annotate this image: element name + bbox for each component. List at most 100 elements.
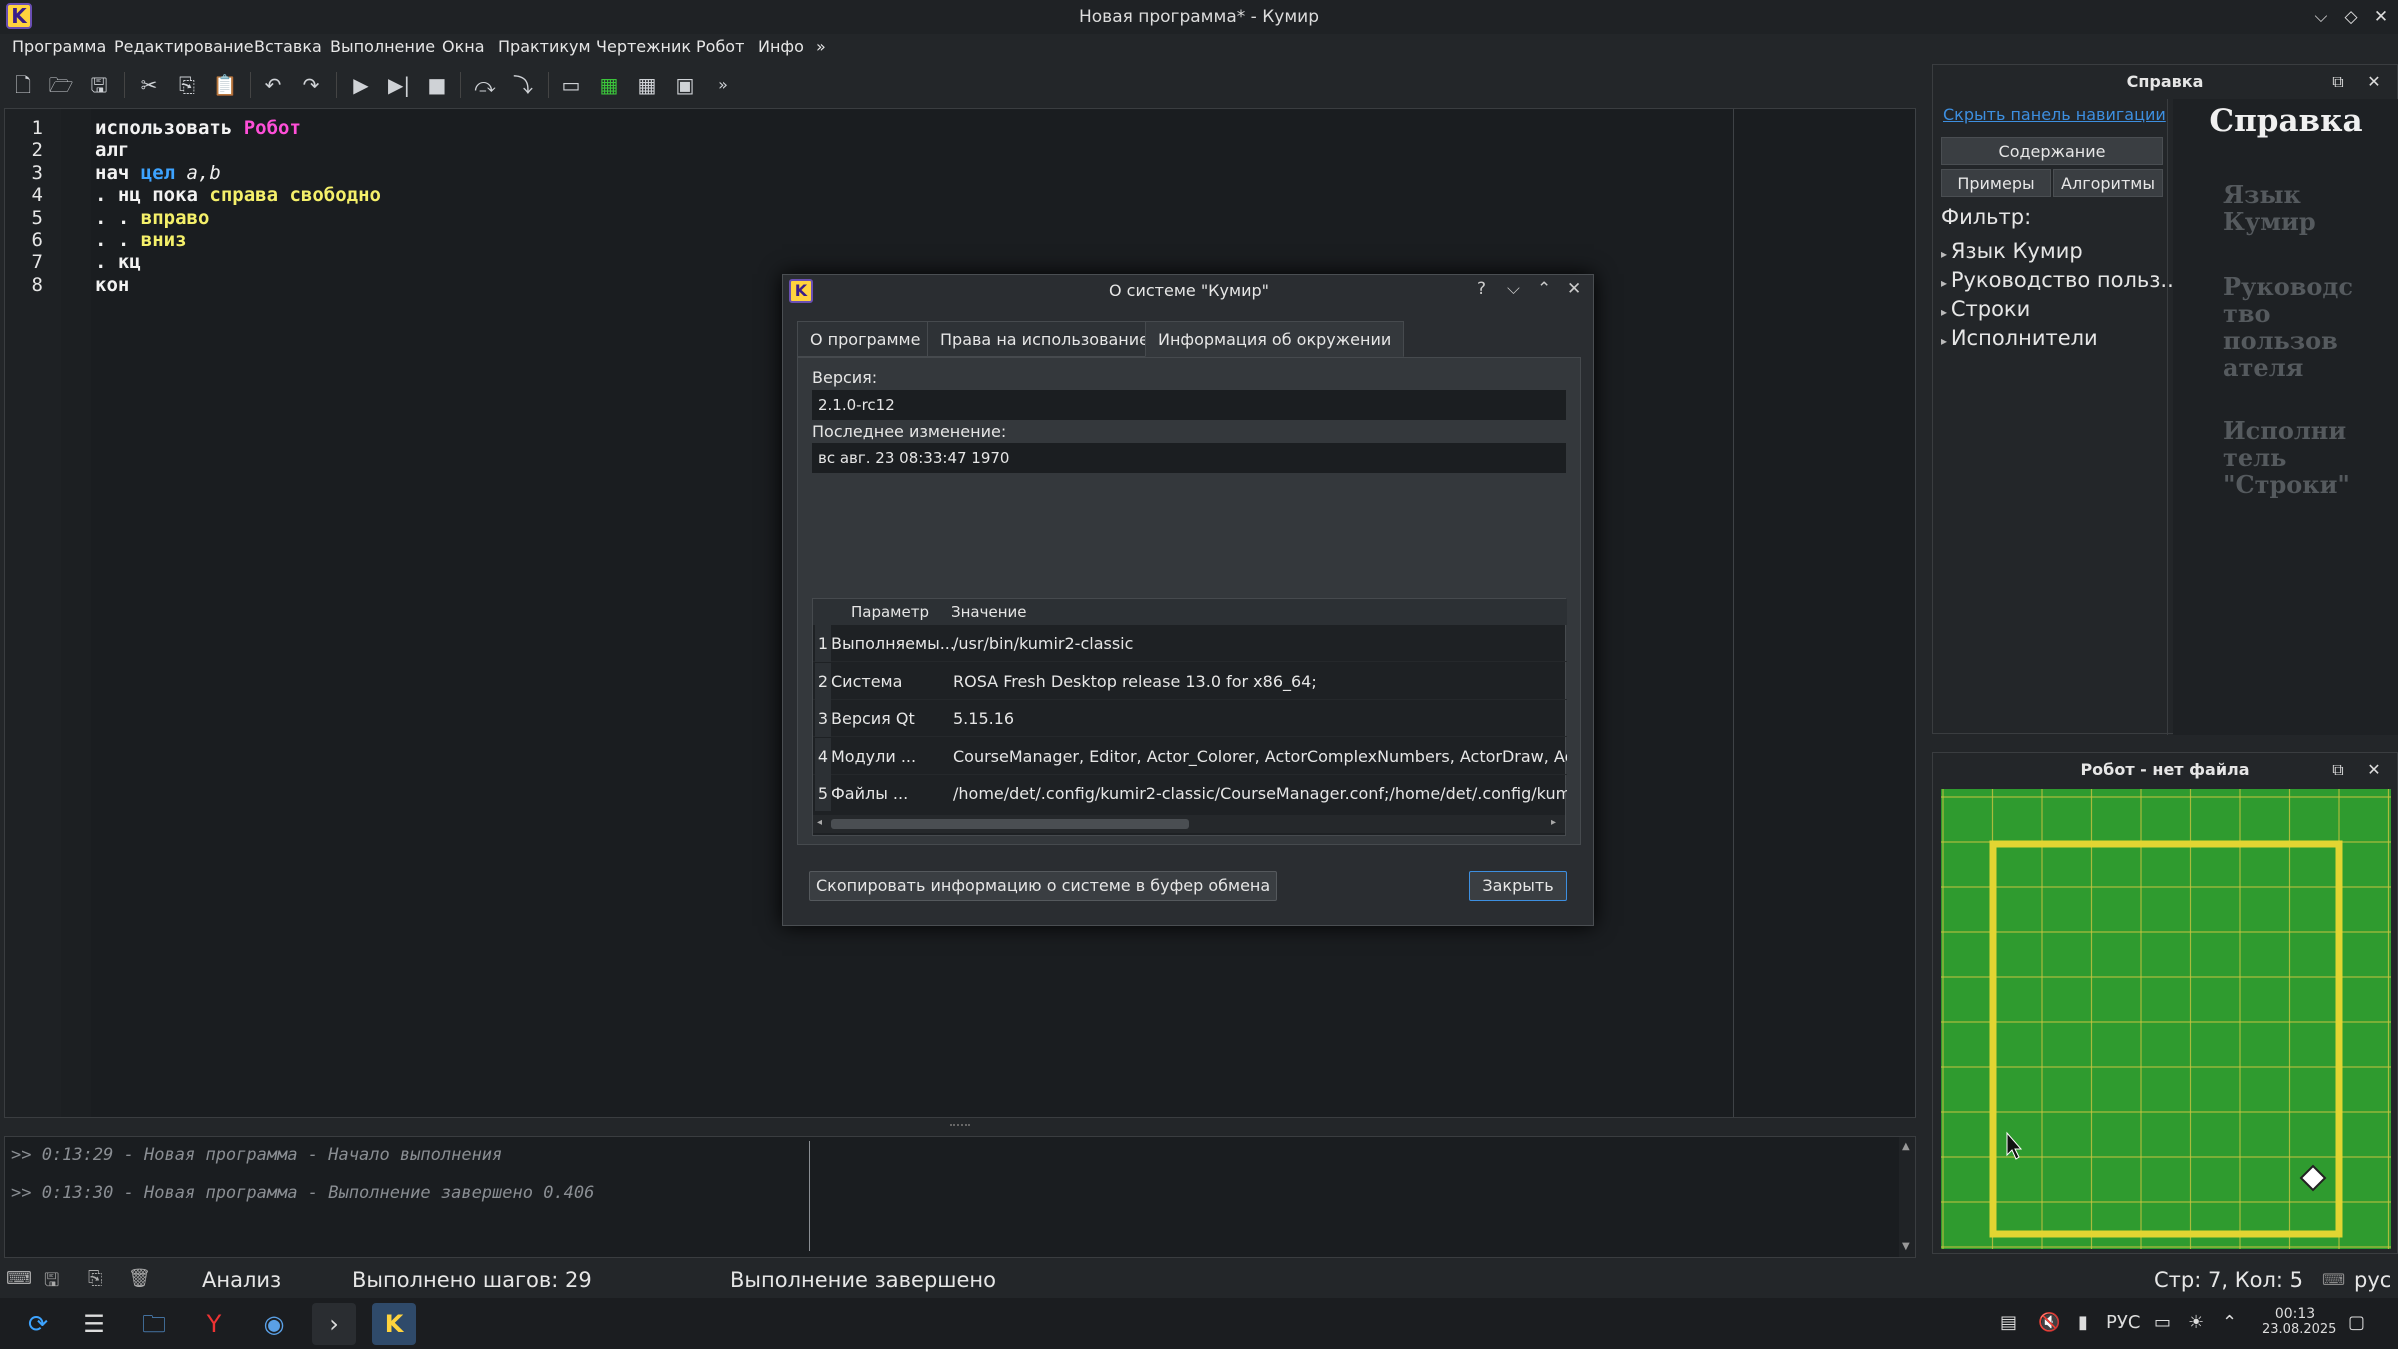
clipboard-icon[interactable]: ▤: [2000, 1312, 2017, 1333]
minimize-icon[interactable]: ⌵: [2308, 4, 2334, 30]
menu-windows[interactable]: Окна: [442, 34, 485, 60]
menu-edit[interactable]: Редактирование: [114, 34, 254, 60]
code-line[interactable]: алг: [95, 139, 129, 161]
code-line[interactable]: . кц: [95, 251, 141, 273]
menu-program[interactable]: Программа: [12, 34, 106, 60]
tab-license[interactable]: Права на использование: [927, 321, 1162, 357]
tray-layout[interactable]: РУС: [2106, 1312, 2140, 1333]
column-header-value[interactable]: Значение: [951, 599, 1027, 625]
help-link-user-guide[interactable]: Руководс тво пользов ателя: [2223, 273, 2353, 381]
help-link-language[interactable]: Язык Кумир: [2223, 181, 2316, 235]
undock-robot-icon[interactable]: ⧉: [2327, 759, 2349, 781]
copy-icon[interactable]: ⎘: [172, 70, 202, 100]
contents-button[interactable]: Содержание: [1941, 137, 2163, 165]
close-window-icon[interactable]: ✕: [2368, 4, 2394, 30]
close-help-icon[interactable]: ✕: [2363, 71, 2385, 93]
brightness-icon[interactable]: ☀: [2188, 1312, 2204, 1333]
column-header-parameter[interactable]: Параметр: [851, 599, 929, 625]
version-field[interactable]: 2.1.0-rc12: [812, 390, 1566, 420]
save-output-icon[interactable]: 🖫: [44, 1268, 59, 1298]
robot-field[interactable]: [1941, 789, 2391, 1249]
run-icon[interactable]: ▶: [346, 70, 376, 100]
new-file-icon[interactable]: 🗋: [8, 70, 38, 100]
settings-icon[interactable]: ☰: [72, 1303, 116, 1345]
close-button[interactable]: Закрыть: [1469, 871, 1567, 901]
algorithms-button[interactable]: Алгоритмы: [2053, 169, 2163, 197]
clear-output-icon[interactable]: 🗑: [128, 1268, 151, 1289]
code-line[interactable]: использовать Робот: [95, 117, 301, 139]
maximize-icon[interactable]: ◇: [2338, 4, 2364, 30]
code-line[interactable]: кон: [95, 274, 129, 296]
stop-icon[interactable]: ■: [422, 70, 452, 100]
menu-robot[interactable]: Робот: [696, 34, 744, 60]
close-robot-icon[interactable]: ✕: [2363, 759, 2385, 781]
tree-item-executors[interactable]: ▸ Исполнители: [1941, 326, 2098, 350]
tab-environment[interactable]: Информация об окружении: [1145, 321, 1405, 357]
dialog-minimize-icon[interactable]: ⌵: [1507, 279, 1520, 299]
table-row[interactable]: 3 Версия Qt 5.15.16: [813, 700, 1567, 737]
redo-icon[interactable]: ↷: [296, 70, 326, 100]
tab-about[interactable]: О программе: [797, 321, 934, 357]
copy-system-info-button[interactable]: Скопировать информацию о системе в буфер…: [809, 871, 1278, 901]
code-line[interactable]: . нц пока справа свободно: [95, 184, 381, 206]
menu-run[interactable]: Выполнение: [330, 34, 435, 60]
battery-icon[interactable]: ▮: [2078, 1312, 2088, 1333]
app-menu-icon[interactable]: ⟳: [16, 1303, 60, 1345]
menu-more[interactable]: »: [816, 34, 826, 60]
tray-expand-icon[interactable]: ⌃: [2222, 1312, 2237, 1333]
console-scrollbar[interactable]: ▲ ▼: [1899, 1137, 1915, 1257]
terminal-app-icon[interactable]: ›: [312, 1303, 356, 1345]
scrollbar-thumb[interactable]: [831, 819, 1189, 829]
open-file-icon[interactable]: 🗁: [46, 70, 76, 100]
clock[interactable]: 00:13 23.08.2025: [2262, 1306, 2336, 1337]
yandex-browser-icon[interactable]: Y: [192, 1303, 236, 1345]
dialog-close-icon[interactable]: ✕: [1567, 279, 1581, 299]
modified-field[interactable]: вс авг. 23 08:33:47 1970: [812, 443, 1566, 473]
show-desktop-icon[interactable]: ▢: [2348, 1312, 2365, 1333]
splitter-handle[interactable]: [950, 1124, 970, 1128]
hide-navigation-link[interactable]: Скрыть панель навигации: [1943, 105, 2166, 124]
help-content[interactable]: Справка Язык Кумир Руководс тво пользов …: [2173, 99, 2398, 735]
console-icon[interactable]: ▭: [556, 70, 586, 100]
paste-icon[interactable]: 📋: [210, 70, 240, 100]
menu-drawer[interactable]: Чертежник: [596, 34, 691, 60]
step-over-icon[interactable]: ⤼: [470, 70, 500, 100]
tree-item-strings[interactable]: ▸ Строки: [1941, 297, 2030, 321]
table-row[interactable]: 4 Модули ... CourseManager, Editor, Actor_…: [813, 737, 1567, 775]
menu-insert[interactable]: Вставка: [254, 34, 322, 60]
drawer-window-icon[interactable]: ▣: [670, 70, 700, 100]
toolbar-more-icon[interactable]: »: [708, 70, 738, 100]
undo-icon[interactable]: ↶: [258, 70, 288, 100]
tree-item-language[interactable]: ▸ Язык Кумир: [1941, 239, 2083, 263]
save-icon[interactable]: 🖫: [84, 70, 114, 100]
horizontal-scrollbar[interactable]: ◂ ▸: [813, 815, 1565, 833]
table-row[interactable]: 1 Выполняемы.../usr/bin/kumir2-classic: [813, 625, 1567, 662]
code-line[interactable]: нач цел a,b: [95, 162, 221, 184]
menu-info[interactable]: Инфо: [758, 34, 804, 60]
help-link-strings[interactable]: Исполни тель "Строки": [2223, 417, 2350, 498]
code-line[interactable]: . . вправо: [95, 207, 209, 229]
menu-practicum[interactable]: Практикум: [498, 34, 591, 60]
help-icon[interactable]: ?: [1477, 279, 1486, 299]
cut-icon[interactable]: ✂: [134, 70, 164, 100]
dialog-maximize-icon[interactable]: ⌃: [1537, 279, 1551, 299]
output-console[interactable]: >> 0:13:29 - Новая программа - Начало вы…: [4, 1136, 1916, 1258]
step-into-icon[interactable]: ⤵: [508, 70, 538, 100]
undock-icon[interactable]: ⧉: [2327, 71, 2349, 93]
kumir-taskbar-icon[interactable]: K: [372, 1303, 416, 1345]
environment-table[interactable]: Параметр Значение 1 Выполняемы.../usr/bin…: [812, 598, 1567, 836]
display-icon[interactable]: ▭: [2154, 1312, 2171, 1333]
table-row[interactable]: 5 Файлы ... /home/det/.config/kumir2-class…: [813, 775, 1567, 811]
file-manager-icon[interactable]: 🗀: [132, 1303, 176, 1345]
mute-icon[interactable]: 🔇: [2038, 1312, 2060, 1333]
table-row[interactable]: 2 Система ROSA Fresh Desktop release 13.0 …: [813, 662, 1567, 700]
copy-output-icon[interactable]: ⎘: [88, 1268, 102, 1289]
code-line[interactable]: . . вниз: [95, 229, 187, 251]
terminal-icon[interactable]: ⌨: [6, 1268, 32, 1289]
run-step-icon[interactable]: ▶|: [384, 70, 414, 100]
chromium-icon[interactable]: ◉: [252, 1303, 296, 1345]
grid-icon[interactable]: ▦: [632, 70, 662, 100]
examples-button[interactable]: Примеры: [1941, 169, 2051, 197]
tree-item-user-guide[interactable]: ▸ Руководство польз...: [1941, 268, 2180, 292]
robot-window-icon[interactable]: ▦: [594, 70, 624, 100]
